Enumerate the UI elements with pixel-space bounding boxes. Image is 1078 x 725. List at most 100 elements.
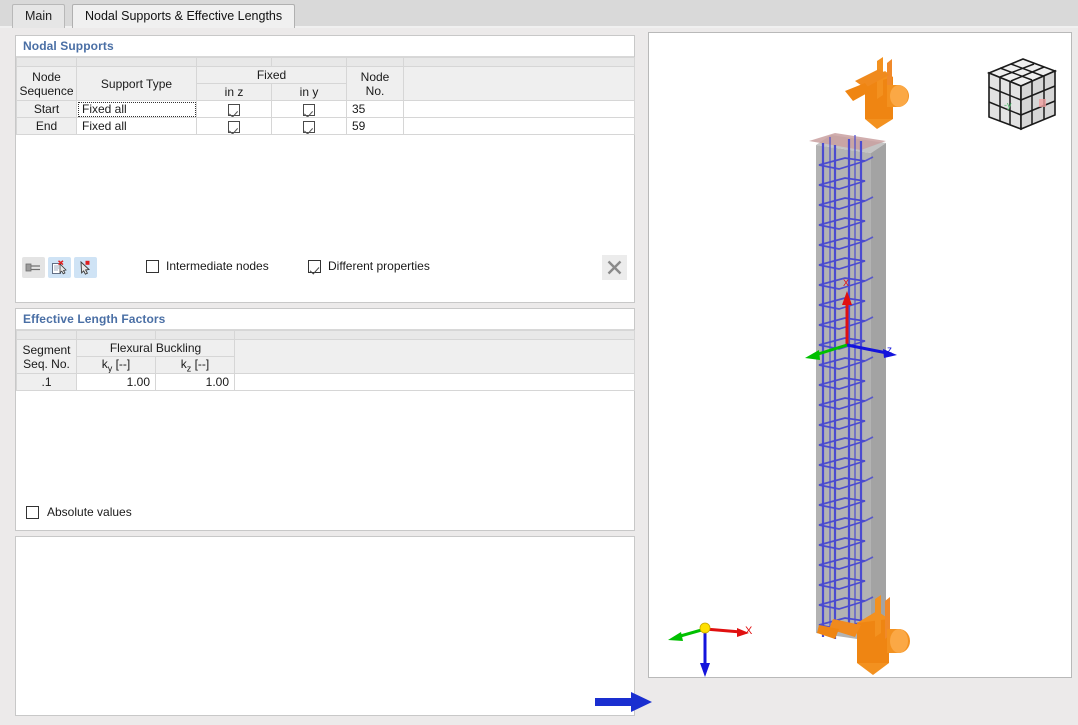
row-sequence-start: Start bbox=[17, 101, 77, 118]
nodal-supports-table[interactable]: Node Sequence Support Type Fixed Node No… bbox=[16, 57, 635, 135]
model-3d-scene: X z X Z bbox=[649, 33, 1071, 677]
pick-support-icon bbox=[77, 260, 94, 276]
checkbox-fixed-y-start[interactable] bbox=[303, 104, 315, 116]
cell-spacer-end bbox=[404, 118, 635, 135]
header-flexural-buckling-label: Flexural Buckling bbox=[110, 341, 201, 355]
header-kz: kz [--] bbox=[156, 357, 235, 374]
cell-support-type-end[interactable]: Fixed all bbox=[77, 118, 197, 135]
cell-ky-1[interactable]: 1.00 bbox=[77, 374, 156, 391]
nodal-supports-title: Nodal Supports bbox=[23, 39, 114, 53]
header-flexural-buckling: Flexural Buckling bbox=[77, 340, 235, 357]
strip-cell bbox=[404, 58, 635, 67]
tab-nodal-supports-effective-lengths[interactable]: Nodal Supports & Effective Lengths bbox=[72, 4, 295, 28]
absolute-values-checkbox[interactable] bbox=[26, 506, 39, 519]
table-strip-row bbox=[17, 331, 635, 340]
header-ky: ky [--] bbox=[77, 357, 156, 374]
cell-fixed-z-start[interactable] bbox=[197, 101, 272, 118]
header-fixed-in-y-label: in y bbox=[300, 85, 319, 99]
header-fixed-in-z-label: in z bbox=[225, 85, 244, 99]
header-node-sequence-line2: Sequence bbox=[17, 84, 76, 98]
cell-node-no-end[interactable]: 59 bbox=[347, 118, 404, 135]
cell-elf-spacer-1 bbox=[235, 374, 635, 391]
header-elf-spacer bbox=[235, 340, 635, 374]
header-segment-line1: Segment bbox=[17, 343, 76, 357]
intermediate-nodes-option[interactable]: Intermediate nodes bbox=[146, 259, 269, 273]
close-icon bbox=[606, 259, 623, 276]
view-toolbar: 1 2 3 bbox=[646, 682, 1078, 722]
different-properties-option[interactable]: Different properties bbox=[308, 259, 430, 273]
cell-support-type-start[interactable]: Fixed all bbox=[77, 101, 197, 118]
header-fixed-group-label: Fixed bbox=[257, 68, 286, 82]
nav-cube-axis-label: -y bbox=[1004, 100, 1012, 110]
strip-cell bbox=[197, 58, 272, 67]
intermediate-nodes-checkbox[interactable] bbox=[146, 260, 159, 273]
header-node-no: Node No. bbox=[347, 67, 404, 101]
strip-cell bbox=[156, 331, 235, 340]
header-fixed-in-y: in y bbox=[272, 84, 347, 101]
clear-table-button[interactable] bbox=[602, 255, 627, 280]
details-panel bbox=[15, 536, 635, 716]
strip-cell bbox=[77, 58, 197, 67]
cell-fixed-y-end[interactable] bbox=[272, 118, 347, 135]
nodal-supports-panel: Nodal Supports bbox=[15, 35, 635, 303]
edit-support-button[interactable] bbox=[22, 257, 45, 278]
cell-fixed-z-end[interactable] bbox=[197, 118, 272, 135]
different-properties-label: Different properties bbox=[328, 259, 430, 273]
table-row[interactable]: .1 1.00 1.00 bbox=[17, 374, 635, 391]
global-axes-indicator: X Z bbox=[668, 623, 753, 677]
row-segment-1: .1 bbox=[17, 374, 77, 391]
tab-main[interactable]: Main bbox=[12, 4, 65, 28]
nodal-supports-mini-toolbar bbox=[22, 257, 97, 278]
header-row-1: Segment Seq. No. Flexural Buckling bbox=[17, 340, 635, 357]
header-node-sequence: Node Sequence bbox=[17, 67, 77, 101]
header-node-no-line1: Node bbox=[347, 70, 403, 84]
dialog-root: Main Nodal Supports & Effective Lengths … bbox=[0, 0, 1078, 725]
cell-node-no-start[interactable]: 35 bbox=[347, 101, 404, 118]
row-sequence-end: End bbox=[17, 118, 77, 135]
header-segment-line2: Seq. No. bbox=[17, 357, 76, 371]
intermediate-nodes-label: Intermediate nodes bbox=[166, 259, 269, 273]
table-row[interactable]: End Fixed all 59 bbox=[17, 118, 635, 135]
header-node-sequence-line1: Node bbox=[17, 70, 76, 84]
effective-length-factors-title: Effective Length Factors bbox=[23, 312, 165, 326]
checkbox-fixed-z-start[interactable] bbox=[228, 104, 240, 116]
header-segment-seq-no: Segment Seq. No. bbox=[17, 340, 77, 374]
navigation-cube[interactable]: -y bbox=[989, 59, 1055, 129]
global-axis-x-label: X bbox=[745, 625, 753, 637]
strip-cell bbox=[17, 331, 77, 340]
header-spacer bbox=[404, 67, 635, 101]
header-node-no-line2: No. bbox=[347, 84, 403, 98]
model-view-pane: X z X Z bbox=[646, 28, 1078, 725]
left-pane: Nodal Supports bbox=[0, 28, 646, 725]
strip-cell bbox=[272, 58, 347, 67]
edit-support-icon bbox=[25, 260, 42, 275]
cell-fixed-y-start[interactable] bbox=[272, 101, 347, 118]
checkbox-fixed-y-end[interactable] bbox=[303, 121, 315, 133]
strip-cell bbox=[347, 58, 404, 67]
effective-length-factors-table[interactable]: Segment Seq. No. Flexural Buckling ky [-… bbox=[16, 330, 635, 391]
cell-kz-1[interactable]: 1.00 bbox=[156, 374, 235, 391]
tab-strip: Main Nodal Supports & Effective Lengths bbox=[0, 0, 1078, 28]
delete-support-button[interactable] bbox=[48, 257, 71, 278]
different-properties-checkbox[interactable] bbox=[308, 260, 321, 273]
local-axis-x-label: X bbox=[843, 278, 849, 288]
top-nodal-support-symbol bbox=[845, 57, 909, 129]
cell-spacer-start bbox=[404, 101, 635, 118]
header-fixed-group: Fixed bbox=[197, 67, 347, 84]
model-viewport[interactable]: X z X Z bbox=[648, 32, 1072, 678]
absolute-values-label: Absolute values bbox=[47, 505, 132, 519]
absolute-values-option[interactable]: Absolute values bbox=[26, 505, 132, 519]
header-ky-unit: [--] bbox=[112, 357, 130, 371]
strip-cell bbox=[77, 331, 156, 340]
strip-cell bbox=[235, 331, 635, 340]
delete-support-icon bbox=[51, 260, 68, 276]
pick-support-button[interactable] bbox=[74, 257, 97, 278]
local-axis-z-label: z bbox=[887, 345, 892, 356]
header-support-type-label: Support Type bbox=[101, 77, 172, 91]
table-row[interactable]: Start Fixed all 35 bbox=[17, 101, 635, 118]
checkbox-fixed-z-end[interactable] bbox=[228, 121, 240, 133]
strip-cell bbox=[17, 58, 77, 67]
header-fixed-in-z: in z bbox=[197, 84, 272, 101]
header-row-1: Node Sequence Support Type Fixed Node No… bbox=[17, 67, 635, 84]
effective-length-factors-panel: Effective Length Factors Segment bbox=[15, 308, 635, 531]
